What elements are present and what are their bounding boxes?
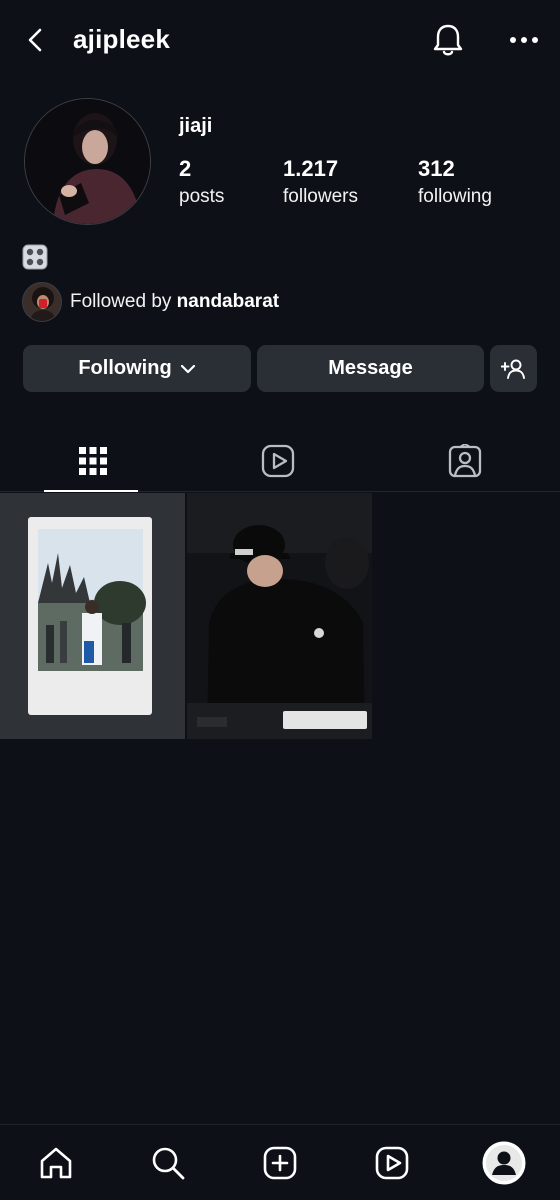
- stat-following[interactable]: 312 following: [418, 156, 492, 212]
- avatar-photo: [25, 99, 150, 224]
- followed-by-prefix: Followed by: [70, 291, 177, 312]
- message-button[interactable]: Message: [257, 345, 484, 392]
- post-thumbnail[interactable]: [187, 493, 372, 739]
- followed-by-text: Followed by nandabarat: [70, 291, 279, 313]
- display-name: jiaji: [179, 115, 213, 137]
- add-user-icon: [500, 359, 525, 379]
- search-icon: [152, 1147, 185, 1180]
- tab-posts-grid[interactable]: [0, 430, 186, 492]
- followed-by-username[interactable]: nandabarat: [177, 291, 279, 312]
- message-button-label: Message: [328, 357, 413, 379]
- following-label: following: [418, 186, 492, 207]
- nav-search[interactable]: [146, 1141, 190, 1185]
- create-icon: [263, 1146, 297, 1180]
- post-instax-castle-image: [0, 493, 185, 739]
- followers-count: 1.217: [283, 156, 339, 181]
- game-die-icon: [22, 244, 48, 270]
- profile-avatar[interactable]: [24, 98, 151, 225]
- post-thumbnail[interactable]: [0, 493, 185, 739]
- chevron-left-icon[interactable]: [22, 24, 50, 56]
- tagged-icon: [448, 443, 482, 477]
- mutual-follower-avatar: [22, 282, 62, 322]
- stat-followers[interactable]: 1.217 followers: [283, 156, 358, 212]
- home-icon: [40, 1147, 72, 1179]
- reels-icon: [375, 1146, 409, 1180]
- profile-username[interactable]: ajipleek: [73, 24, 170, 55]
- grid-icon: [79, 446, 107, 475]
- bell-icon[interactable]: [430, 20, 466, 60]
- more-horizontal-icon[interactable]: [504, 28, 544, 52]
- top-bar: ajipleek: [0, 0, 560, 82]
- tab-reels[interactable]: [185, 430, 371, 491]
- posts-label: posts: [179, 186, 225, 207]
- nav-reels[interactable]: [370, 1141, 414, 1185]
- following-button-label: Following: [78, 357, 172, 379]
- nav-home[interactable]: [34, 1141, 78, 1185]
- followers-label: followers: [283, 186, 358, 207]
- chevron-down-icon: [180, 364, 195, 373]
- tab-tagged[interactable]: [372, 430, 558, 491]
- stat-posts[interactable]: 2 posts: [179, 156, 224, 212]
- post-dj-cap-image: [187, 493, 372, 739]
- nav-create[interactable]: [258, 1141, 302, 1185]
- following-count: 312: [418, 156, 455, 181]
- suggest-users-button[interactable]: [490, 345, 537, 392]
- followed-by-row[interactable]: Followed by nandabarat: [22, 282, 279, 322]
- posts-count: 2: [179, 156, 192, 181]
- bottom-navigation: [0, 1124, 560, 1200]
- profile-avatar-icon: [482, 1141, 526, 1185]
- reels-icon: [261, 444, 295, 477]
- profile-tabs: [0, 430, 560, 492]
- following-button[interactable]: Following: [23, 345, 251, 392]
- nav-profile[interactable]: [482, 1141, 526, 1185]
